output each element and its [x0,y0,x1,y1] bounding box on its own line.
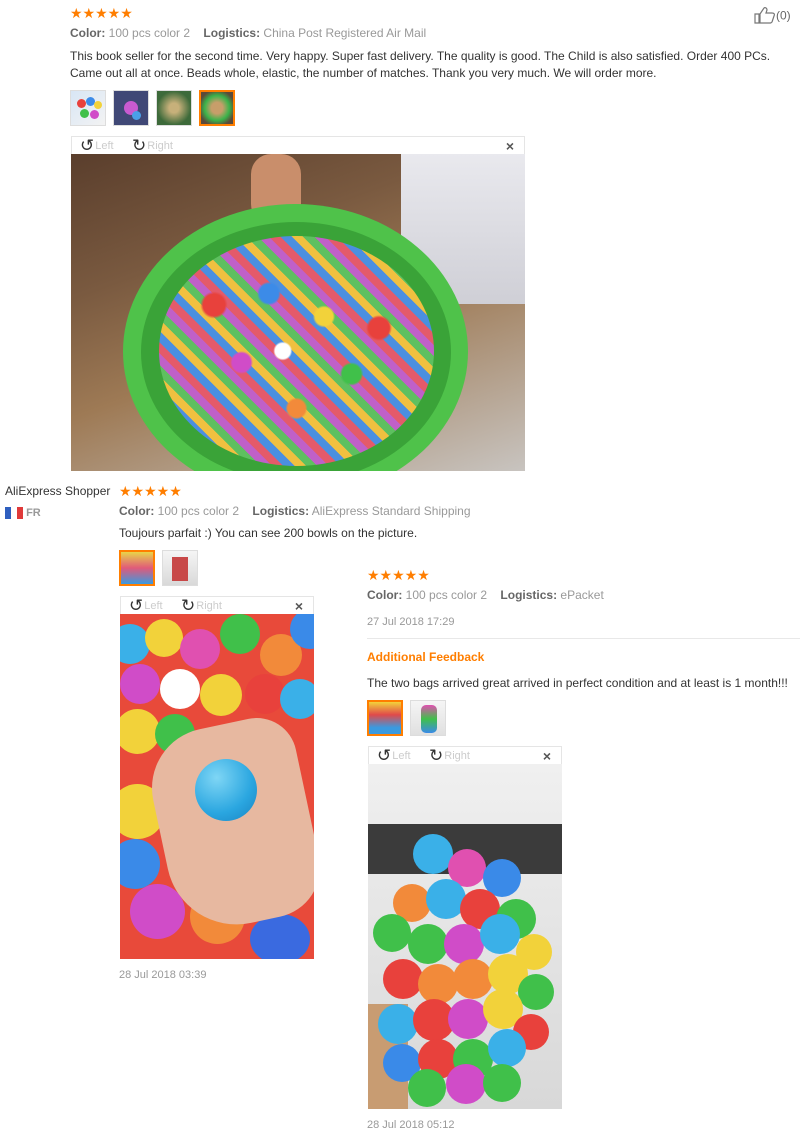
review-thumbnail[interactable] [70,90,106,126]
review-photo-ball-bag [368,764,562,1109]
review-text: Toujours parfait :) You can see 200 bowl… [119,526,418,540]
rotate-right-icon: ↻ [132,136,147,156]
image-viewer-toolbar: ↺Left ↻Right × [120,596,314,615]
logistics-label: Logistics: [500,588,558,602]
reviewer-country: FR [5,507,41,520]
rating-stars: ★★★★★ [367,567,430,583]
logistics-value: ePacket [560,588,604,602]
thumbs-up-icon [754,6,776,27]
color-value: 100 pcs color 2 [157,504,240,518]
like-count: (0) [776,8,791,23]
rotate-left-label: Left [95,140,114,152]
review-date: 28 Jul 2018 03:39 [119,969,207,981]
logistics-value: China Post Registered Air Mail [263,26,427,40]
rating-stars: ★★★★★ [70,5,133,21]
rotate-right-button[interactable]: ↻Right [132,137,173,155]
order-info: Color: 100 pcs color 2 Logistics: China … [70,26,426,40]
divider [367,638,800,639]
rotate-right-icon: ↻ [181,596,196,616]
additional-feedback-date: 28 Jul 2018 05:12 [367,1119,455,1131]
review-thumbnail[interactable] [162,550,198,586]
rotate-right-button[interactable]: ↻Right [429,747,470,765]
review-thumbnail-selected[interactable] [199,90,235,126]
rotate-right-label: Right [444,750,470,762]
review-photo-ball-pool [71,154,525,471]
review-thumbnail-selected[interactable] [119,550,155,586]
logistics-value: AliExpress Standard Shipping [311,504,471,518]
image-viewer-toolbar: ↺Left ↻Right × [71,136,525,155]
close-icon[interactable]: × [506,138,514,154]
rotate-right-icon: ↻ [429,746,444,766]
color-value: 100 pcs color 2 [405,588,488,602]
close-icon[interactable]: × [295,598,303,614]
review-thumbnail[interactable] [156,90,192,126]
color-label: Color: [367,588,403,602]
review-text: This book seller for the second time. Ve… [70,49,771,80]
close-icon[interactable]: × [543,748,551,764]
image-viewer-toolbar: ↺Left ↻Right × [368,746,562,765]
france-flag-icon [5,507,23,520]
rotate-left-button[interactable]: ↺Left [80,137,114,155]
like-button[interactable]: (0) [754,6,791,27]
rotate-left-button[interactable]: ↺Left [129,597,163,615]
color-label: Color: [119,504,155,518]
color-value: 100 pcs color 2 [108,26,191,40]
rotate-left-button[interactable]: ↺Left [377,747,411,765]
rotate-right-label: Right [196,600,222,612]
country-code: FR [26,507,41,519]
rating-stars: ★★★★★ [119,483,182,499]
order-info: Color: 100 pcs color 2 Logistics: AliExp… [119,504,471,518]
review-thumbnail-selected[interactable] [367,700,403,736]
rotate-left-icon: ↺ [80,136,95,156]
review-photo-hand-ball [120,614,314,959]
review-thumbnail[interactable] [113,90,149,126]
additional-feedback-title: Additional Feedback [367,650,485,664]
rotate-left-icon: ↺ [129,596,144,616]
rotate-left-label: Left [392,750,411,762]
additional-feedback-text: The two bags arrived great arrived in pe… [367,676,788,690]
logistics-label: Logistics: [252,504,310,518]
rotate-right-button[interactable]: ↻Right [181,597,222,615]
review-date: 27 Jul 2018 17:29 [367,616,455,628]
color-label: Color: [70,26,106,40]
rotate-right-label: Right [147,140,173,152]
rotate-left-label: Left [144,600,163,612]
review-thumbnail[interactable] [410,700,446,736]
reviewer-name: AliExpress Shopper [5,484,111,498]
order-info: Color: 100 pcs color 2 Logistics: ePacke… [367,588,604,602]
rotate-left-icon: ↺ [377,746,392,766]
logistics-label: Logistics: [203,26,261,40]
